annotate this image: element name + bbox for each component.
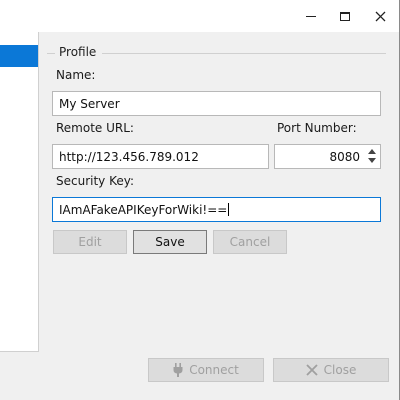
maximize-icon	[340, 11, 350, 21]
profile-group-title: Profile	[59, 45, 97, 59]
name-field[interactable]: My Server	[52, 91, 381, 116]
security-key-label: Security Key:	[56, 174, 135, 188]
remote-url-label: Remote URL:	[56, 121, 134, 135]
security-key-value: IAmAFakeAPIKeyForWiki!==	[59, 203, 228, 217]
plug-icon	[173, 363, 183, 377]
close-window-button[interactable]	[363, 0, 397, 32]
minimize-button[interactable]	[294, 0, 328, 32]
profile-list-selected-item[interactable]	[0, 45, 38, 67]
port-number-label: Port Number:	[277, 121, 357, 135]
port-number-field[interactable]: 8080	[274, 144, 381, 169]
maximize-button[interactable]	[328, 0, 362, 32]
close-label: Close	[323, 363, 357, 377]
cancel-button[interactable]: Cancel	[213, 230, 287, 254]
save-button[interactable]: Save	[133, 230, 207, 254]
minimize-icon	[306, 15, 316, 17]
edit-button[interactable]: Edit	[53, 230, 127, 254]
spin-up-icon[interactable]	[368, 149, 376, 154]
close-x-icon	[306, 364, 318, 376]
spin-down-icon[interactable]	[368, 158, 376, 163]
close-button[interactable]: Close	[273, 358, 389, 382]
remote-url-field[interactable]: http://123.456.789.012	[52, 144, 269, 169]
text-caret	[228, 203, 230, 216]
connect-label: Connect	[189, 363, 239, 377]
profile-list[interactable]	[0, 32, 39, 352]
security-key-field[interactable]: IAmAFakeAPIKeyForWiki!==	[52, 197, 381, 222]
connect-button[interactable]: Connect	[148, 358, 264, 382]
group-divider	[102, 53, 386, 54]
title-bar	[0, 0, 399, 32]
port-spinner[interactable]	[366, 145, 380, 168]
close-icon	[375, 11, 385, 21]
app-window: Profile Name: My Server Remote URL: http…	[0, 0, 400, 400]
group-divider	[47, 53, 55, 54]
name-label: Name:	[56, 68, 96, 82]
